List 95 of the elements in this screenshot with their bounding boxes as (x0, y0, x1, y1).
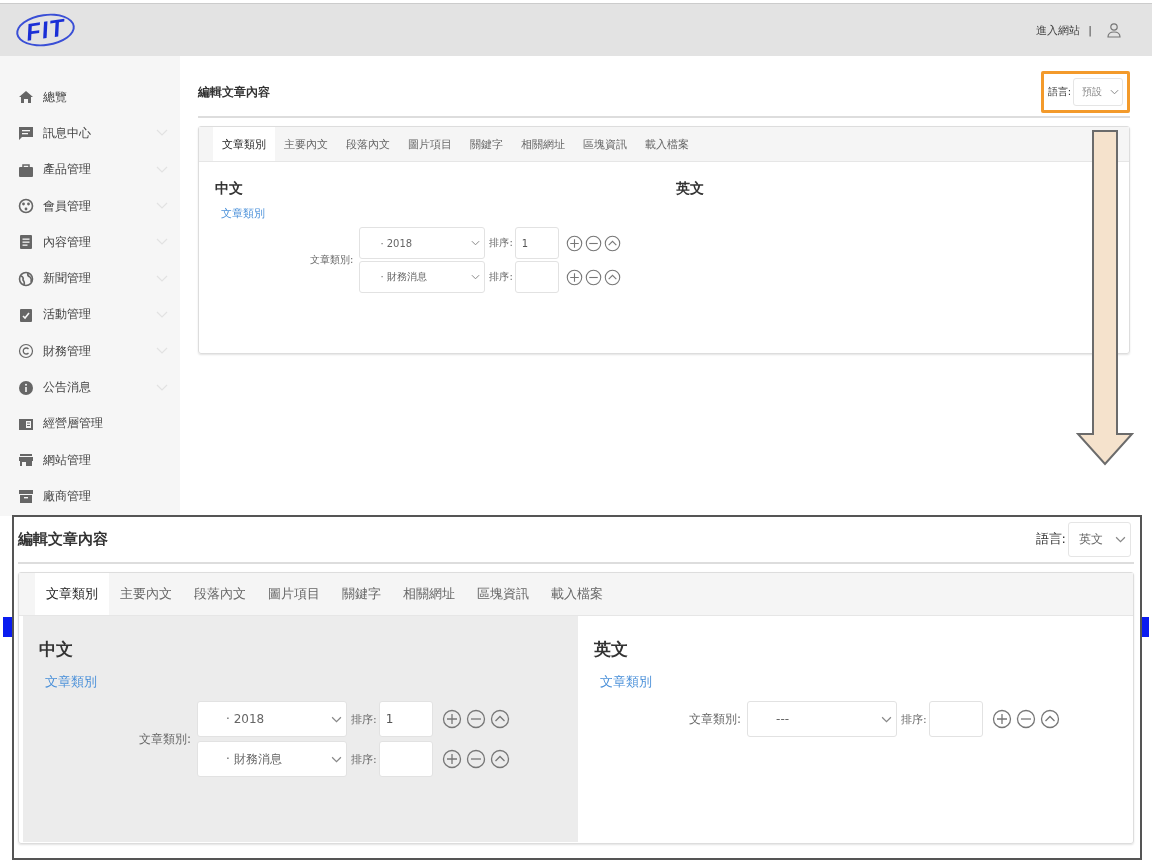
move-up-icon[interactable] (489, 709, 510, 729)
sidebar-item[interactable]: 經營層管理 (0, 405, 180, 442)
home-icon (18, 89, 34, 106)
remove-icon[interactable] (1015, 709, 1036, 729)
tab[interactable]: 載入檔案 (540, 573, 614, 615)
sidebar-item[interactable]: 內容管理 (0, 224, 180, 261)
sidebar-item[interactable]: 新聞管理 (0, 260, 180, 297)
tab[interactable]: 關鍵字 (331, 573, 392, 615)
column-heading: 中文 (215, 180, 244, 198)
add-icon[interactable] (441, 749, 462, 769)
move-up-icon[interactable] (1039, 709, 1060, 729)
clipboard-icon (18, 306, 34, 323)
tab[interactable]: 文章類別 (213, 127, 275, 161)
page-title: 編輯文章內容 (18, 529, 108, 549)
category-link[interactable]: 文章類別 (600, 673, 1117, 691)
chat-icon (18, 125, 34, 142)
sidebar-item[interactable]: 廠商管理 (0, 478, 180, 515)
sidebar-item[interactable]: 財務管理 (0, 333, 180, 370)
caret-icon (1115, 535, 1126, 543)
language-label: 語言: (1047, 85, 1071, 99)
tab[interactable]: 主要內文 (109, 573, 183, 615)
tab[interactable]: 區塊資訊 (574, 127, 636, 161)
sidebar-item[interactable]: 活動管理 (0, 296, 180, 334)
category-select[interactable]: · 2018 (359, 227, 486, 259)
document-icon (18, 234, 34, 251)
column-heading: 中文 (39, 638, 74, 661)
remove-icon[interactable] (584, 268, 602, 286)
caret-icon (1110, 89, 1119, 95)
order-label: 排序: (351, 751, 377, 767)
sidebar-item[interactable]: 產品管理 (0, 151, 180, 188)
remove-icon[interactable] (465, 709, 486, 729)
order-label: 排序: (489, 270, 513, 284)
edge-marker (3, 617, 13, 637)
language-label: 語言: (1035, 530, 1066, 548)
caret-icon (331, 715, 343, 723)
field-label: 文章類別: (139, 730, 192, 748)
add-icon[interactable] (991, 709, 1012, 729)
remove-icon[interactable] (465, 749, 486, 769)
add-icon[interactable] (565, 234, 583, 252)
tab[interactable]: 載入檔案 (636, 127, 698, 161)
category-select[interactable]: --- (747, 701, 898, 737)
order-label: 排序: (901, 711, 927, 727)
sidebar-item[interactable]: 會員管理 (0, 187, 180, 225)
move-up-icon[interactable] (603, 268, 621, 286)
remove-icon[interactable] (584, 234, 602, 252)
sidebar-item[interactable]: 網站管理 (0, 441, 180, 479)
order-label: 排序: (351, 711, 377, 727)
tab[interactable]: 文章類別 (35, 573, 109, 615)
move-up-icon[interactable] (603, 234, 621, 252)
store-icon (18, 452, 34, 469)
sidebar-item[interactable]: 訊息中心 (0, 115, 180, 152)
tab[interactable]: 圖片項目 (257, 573, 331, 615)
caret-icon (471, 274, 481, 280)
order-label: 排序: (489, 236, 513, 250)
order-field[interactable] (514, 261, 559, 293)
enter-site-link[interactable]: 進入網站 (1036, 22, 1081, 38)
category-select[interactable]: · 財務消息 (359, 261, 486, 293)
separator-text: | (1088, 23, 1092, 37)
order-field[interactable]: 1 (378, 701, 433, 737)
add-icon[interactable] (441, 709, 462, 729)
tab[interactable]: 段落內文 (337, 127, 399, 161)
archive-icon (18, 488, 34, 505)
tab[interactable]: 圖片項目 (399, 127, 461, 161)
column-heading: 英文 (594, 638, 629, 661)
globe-icon (18, 270, 34, 287)
sidebar-item[interactable]: 總覽 (0, 79, 180, 116)
field-label: 文章類別: (689, 710, 742, 728)
field-label: 文章類別: (310, 253, 354, 267)
add-icon[interactable] (565, 268, 583, 286)
palette-icon (18, 198, 34, 215)
tab[interactable]: 區塊資訊 (466, 573, 540, 615)
tab[interactable]: 段落內文 (183, 573, 257, 615)
briefcase-icon (18, 161, 34, 178)
language-select[interactable]: 英文 (1068, 521, 1131, 557)
sidebar-item[interactable]: 公告消息 (0, 369, 180, 406)
language-select[interactable]: 預設 (1073, 78, 1123, 106)
move-up-icon[interactable] (489, 749, 510, 769)
category-select[interactable]: · 2018 (197, 701, 348, 737)
category-link[interactable]: 文章類別 (221, 206, 652, 221)
page-title: 編輯文章內容 (198, 83, 270, 101)
tab[interactable]: 關鍵字 (461, 127, 512, 161)
tab[interactable]: 主要內文 (275, 127, 337, 161)
tab[interactable]: 相關網址 (512, 127, 574, 161)
caret-icon (881, 715, 893, 723)
caret-icon (331, 755, 343, 763)
column-heading: 英文 (676, 180, 705, 198)
caret-icon (471, 240, 481, 246)
order-field[interactable]: 1 (514, 227, 559, 259)
user-icon[interactable] (1106, 22, 1122, 38)
tab[interactable]: 相關網址 (392, 573, 466, 615)
copyright-icon (18, 343, 34, 360)
order-field[interactable] (928, 701, 983, 737)
order-field[interactable] (378, 741, 433, 777)
category-select[interactable]: · 財務消息 (197, 741, 348, 777)
info-icon (18, 379, 34, 396)
